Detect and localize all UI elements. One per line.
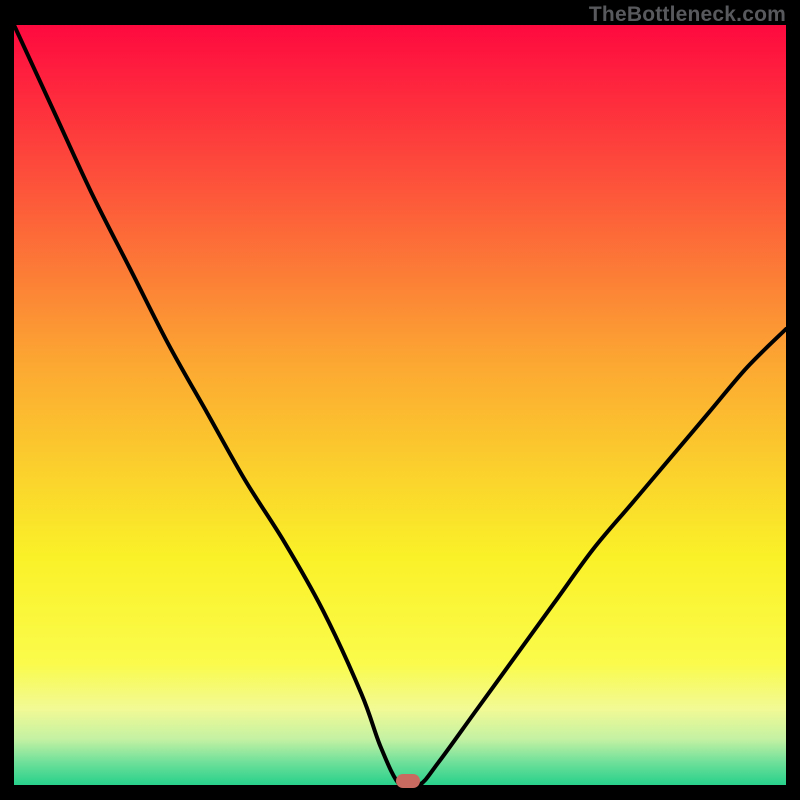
bottleneck-curve — [14, 25, 786, 785]
watermark-text: TheBottleneck.com — [589, 3, 786, 27]
optimum-marker — [396, 774, 420, 788]
chart-frame — [14, 25, 786, 798]
